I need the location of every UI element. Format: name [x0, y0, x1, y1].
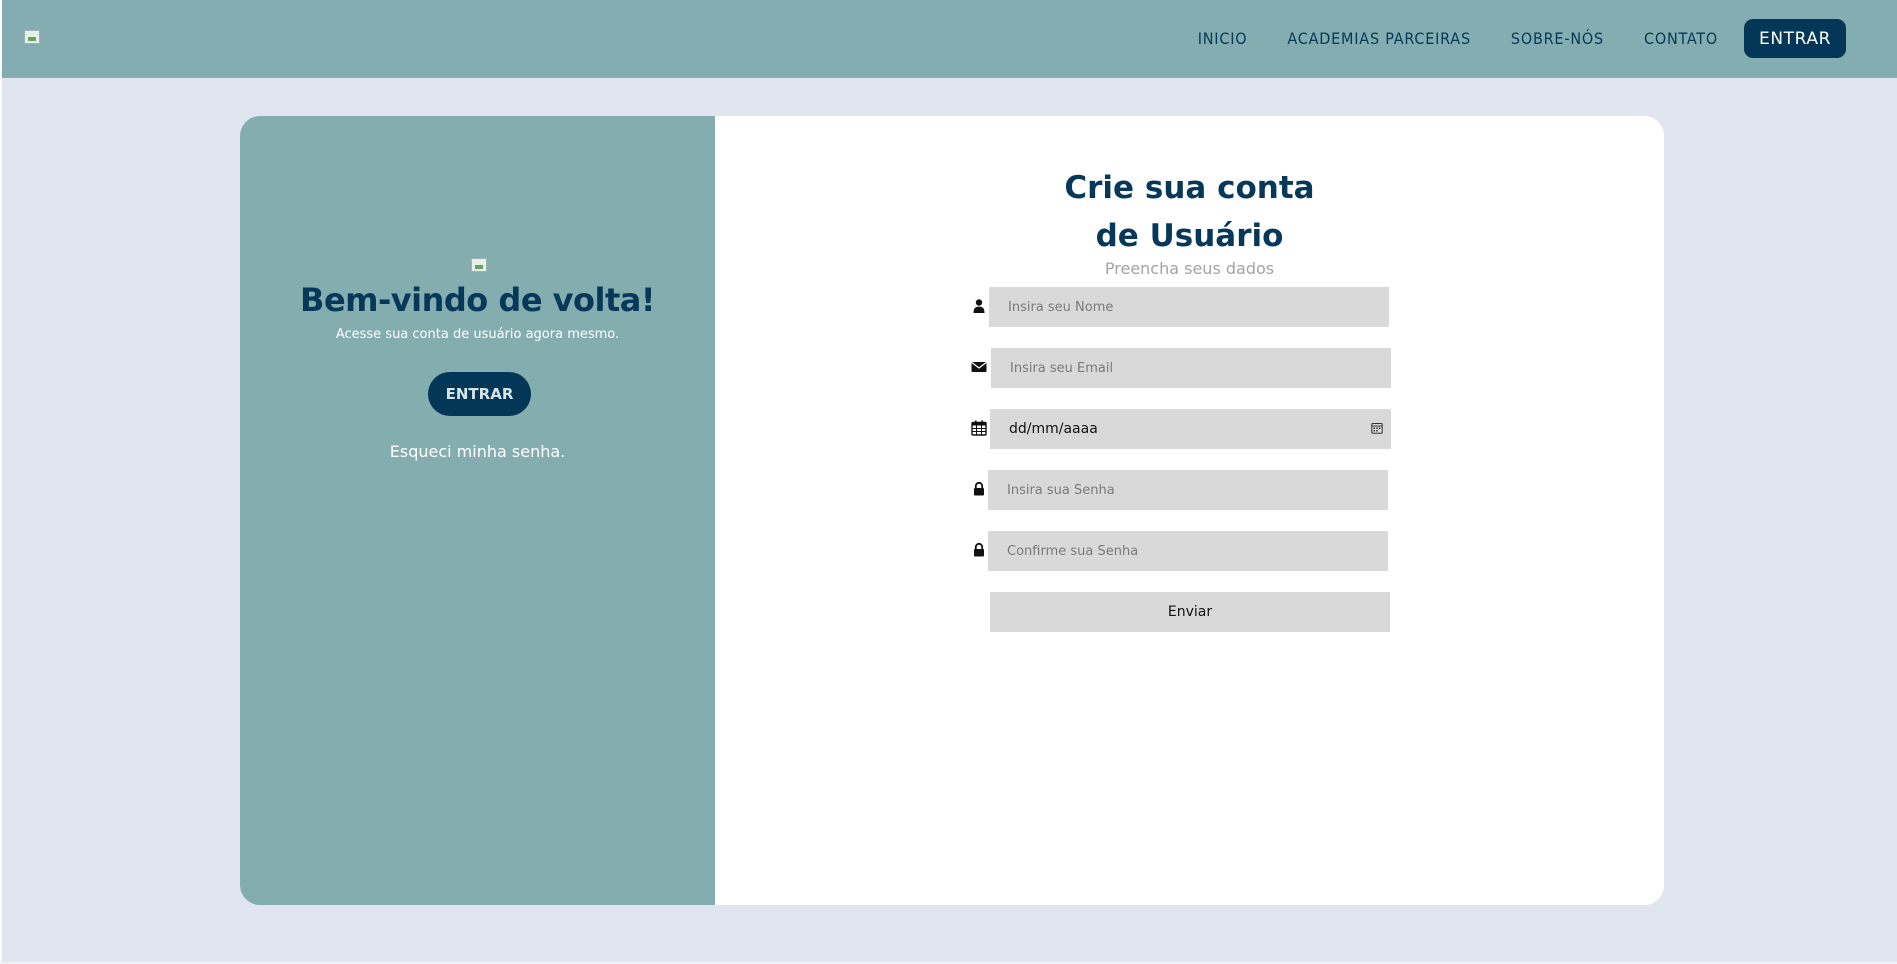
welcome-panel: Bem-vindo de volta! Acesse sua conta de …: [240, 116, 715, 905]
name-row: Insira seu Nome: [971, 287, 1391, 327]
auth-card: Bem-vindo de volta! Acesse sua conta de …: [240, 116, 1664, 905]
signup-panel: Crie sua conta de Usuário Preencha seus …: [715, 116, 1664, 905]
email-row: Insira seu Email: [971, 348, 1393, 388]
nav-link-inicio[interactable]: INICIO: [1198, 29, 1248, 48]
nav-entrar-button[interactable]: ENTRAR: [1743, 19, 1846, 58]
lock-icon: [974, 481, 984, 496]
password-row: Insira sua Senha: [971, 470, 1391, 510]
form-title: Crie sua conta de Usuário: [715, 164, 1664, 260]
email-input[interactable]: Insira seu Email: [991, 348, 1391, 388]
site-logo[interactable]: [24, 30, 40, 44]
birthdate-value: dd/mm/aaaa: [1009, 421, 1098, 437]
page-background: INICIO ACADEMIAS PARCEIRAS SOBRE-NÓS CON…: [2, 0, 1897, 964]
date-picker-icon[interactable]: [1371, 422, 1383, 434]
form-title-line-1: Crie sua conta: [1064, 170, 1315, 206]
confirm-password-row: Confirme sua Senha: [971, 531, 1391, 571]
welcome-subtitle: Acesse sua conta de usuário agora mesmo.: [335, 327, 620, 342]
navbar: INICIO ACADEMIAS PARCEIRAS SOBRE-NÓS CON…: [2, 0, 1897, 78]
nav-link-sobre-nos[interactable]: SOBRE-NÓS: [1511, 29, 1604, 48]
lock-icon: [974, 542, 984, 557]
user-icon: [973, 299, 985, 313]
nav-link-academias-parceiras[interactable]: ACADEMIAS PARCEIRAS: [1287, 29, 1471, 48]
birthdate-row: dd/mm/aaaa: [971, 409, 1392, 449]
envelope-icon: [971, 362, 987, 372]
confirm-password-input[interactable]: Confirme sua Senha: [988, 531, 1388, 571]
forgot-password-link[interactable]: Esqueci minha senha.: [240, 442, 715, 461]
welcome-title: Bem-vindo de volta!: [300, 281, 655, 319]
password-input[interactable]: Insira sua Senha: [988, 470, 1388, 510]
submit-button[interactable]: Enviar: [990, 592, 1390, 632]
login-button[interactable]: ENTRAR: [428, 372, 531, 416]
welcome-image: [471, 258, 487, 272]
calendar-icon: [971, 420, 987, 436]
nav-link-contato[interactable]: CONTATO: [1644, 29, 1718, 48]
birthdate-input[interactable]: dd/mm/aaaa: [990, 409, 1391, 449]
nav-links: INICIO ACADEMIAS PARCEIRAS SOBRE-NÓS CON…: [1198, 19, 1846, 58]
form-title-line-2: de Usuário: [1095, 218, 1284, 254]
name-input[interactable]: Insira seu Nome: [989, 287, 1389, 327]
form-subtitle: Preencha seus dados: [1104, 259, 1275, 278]
